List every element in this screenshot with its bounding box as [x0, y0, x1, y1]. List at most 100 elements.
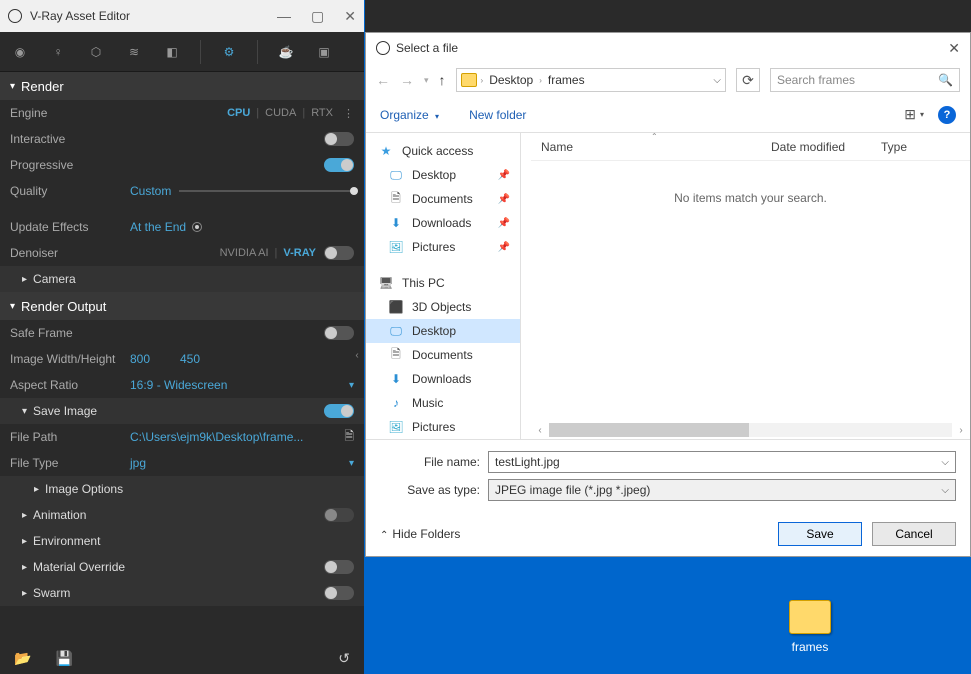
- browse-file-icon[interactable]: 🗎: [344, 427, 354, 448]
- undo-icon[interactable]: ↺: [338, 650, 350, 667]
- chevron-down-icon[interactable]: ▾: [349, 380, 354, 391]
- aspect-value[interactable]: 16:9 - Widescreen: [130, 378, 349, 392]
- engine-cpu[interactable]: CPU: [227, 107, 250, 119]
- chevron-down-icon[interactable]: ⌵: [941, 457, 949, 468]
- sidebar-item-3d-objects[interactable]: ⬛3D Objects: [366, 295, 520, 319]
- save-button[interactable]: Save: [778, 522, 862, 546]
- collapse-icon: ▾: [10, 81, 15, 92]
- breadcrumb[interactable]: › Desktop › frames ⌵: [456, 68, 726, 92]
- help-button[interactable]: ?: [938, 106, 956, 124]
- column-type[interactable]: Type: [881, 140, 970, 154]
- maximize-button[interactable]: ▢: [311, 8, 324, 25]
- settings-icon[interactable]: ⚙: [219, 42, 239, 62]
- animation-toggle[interactable]: [324, 508, 354, 522]
- search-input[interactable]: Search frames 🔍: [770, 68, 960, 92]
- progressive-toggle[interactable]: [324, 158, 354, 172]
- expand-icon: ▸: [22, 536, 27, 547]
- dialog-toolbar: Organize ▾ New folder ⊞▾ ?: [366, 97, 970, 133]
- engine-rtx[interactable]: RTX: [311, 107, 333, 119]
- denoiser-toggle[interactable]: [324, 246, 354, 260]
- breadcrumb-dropdown-icon[interactable]: ⌵: [713, 75, 721, 86]
- image-height-input[interactable]: 450: [180, 352, 230, 366]
- section-material-override[interactable]: ▸Material Override: [0, 554, 364, 580]
- refresh-button[interactable]: ⟳: [736, 68, 760, 92]
- crumb-desktop[interactable]: Desktop: [487, 73, 535, 87]
- cancel-button[interactable]: Cancel: [872, 522, 956, 546]
- close-icon[interactable]: ✕: [948, 40, 960, 57]
- denoiser-nvidia[interactable]: NVIDIA AI: [220, 247, 269, 259]
- section-camera[interactable]: ▸Camera: [0, 266, 364, 292]
- horizontal-scrollbar[interactable]: ‹ ›: [531, 421, 970, 439]
- lights-icon[interactable]: ♀: [48, 42, 68, 62]
- quality-slider[interactable]: [179, 190, 354, 192]
- hide-folders-button[interactable]: ⌃Hide Folders: [380, 527, 460, 541]
- section-animation[interactable]: ▸Animation: [0, 502, 364, 528]
- close-button[interactable]: ✕: [344, 8, 356, 25]
- desktop-folder-frames[interactable]: frames: [780, 600, 840, 654]
- scroll-right-icon[interactable]: ›: [952, 425, 970, 436]
- safe-frame-toggle[interactable]: [324, 326, 354, 340]
- sidebar-item-downloads-pc[interactable]: ⬇Downloads: [366, 367, 520, 391]
- section-render[interactable]: ▾Render: [0, 72, 364, 100]
- layers-icon[interactable]: ≋: [124, 42, 144, 62]
- render-icon[interactable]: ☕: [276, 42, 296, 62]
- toolbar-separator: [257, 40, 258, 64]
- minimize-button[interactable]: —: [277, 8, 291, 25]
- image-width-input[interactable]: 800: [130, 352, 180, 366]
- column-name[interactable]: Name: [531, 140, 771, 154]
- denoiser-vray[interactable]: V-RAY: [283, 247, 316, 259]
- sidebar-item-this-pc[interactable]: 🖥This PC: [366, 271, 520, 295]
- engine-cuda[interactable]: CUDA: [265, 107, 296, 119]
- sidebar-item-pictures-pc[interactable]: 🖼Pictures: [366, 415, 520, 439]
- save-image-toggle[interactable]: [324, 404, 354, 418]
- view-options-button[interactable]: ⊞▾: [904, 106, 924, 123]
- crumb-frames[interactable]: frames: [546, 73, 587, 87]
- progressive-label: Progressive: [10, 158, 130, 172]
- chevron-down-icon[interactable]: ⌵: [941, 485, 949, 496]
- textures-icon[interactable]: ◧: [162, 42, 182, 62]
- interactive-toggle[interactable]: [324, 132, 354, 146]
- save-icon[interactable]: 💾: [55, 650, 72, 667]
- organize-button[interactable]: Organize ▾: [380, 108, 439, 122]
- update-effects-radio[interactable]: [192, 222, 202, 232]
- column-date[interactable]: Date modified: [771, 140, 881, 154]
- sidebar-item-desktop-pc[interactable]: 🖵Desktop: [366, 319, 520, 343]
- geometry-icon[interactable]: ⬡: [86, 42, 106, 62]
- scrollbar-thumb[interactable]: [549, 423, 749, 437]
- sidebar-item-documents-pc[interactable]: 🗎Documents: [366, 343, 520, 367]
- open-folder-icon[interactable]: 📂: [14, 650, 31, 667]
- new-folder-button[interactable]: New folder: [469, 108, 526, 122]
- section-swarm[interactable]: ▸Swarm: [0, 580, 364, 606]
- swarm-toggle[interactable]: [324, 586, 354, 600]
- sidebar-item-music[interactable]: ♪Music: [366, 391, 520, 415]
- engine-more-icon[interactable]: ⋮: [343, 107, 354, 120]
- sidebar-item-quick-access[interactable]: ★Quick access: [366, 139, 520, 163]
- sidebar-item-downloads[interactable]: ⬇Downloads📌: [366, 211, 520, 235]
- scroll-left-icon[interactable]: ‹: [531, 425, 549, 436]
- update-effects-label: Update Effects: [10, 220, 130, 234]
- update-effects-value[interactable]: At the End: [130, 220, 186, 234]
- history-dropdown[interactable]: ▾: [424, 75, 429, 86]
- section-environment[interactable]: ▸Environment: [0, 528, 364, 554]
- material-override-toggle[interactable]: [324, 560, 354, 574]
- dialog-title-bar: Select a file ✕: [366, 33, 970, 63]
- materials-icon[interactable]: ◉: [10, 42, 30, 62]
- up-button[interactable]: ↑: [439, 72, 446, 88]
- section-render-output[interactable]: ▾Render Output: [0, 292, 364, 320]
- expand-panel-tab[interactable]: ‹: [350, 340, 364, 370]
- sidebar-item-desktop[interactable]: 🖵Desktop📌: [366, 163, 520, 187]
- forward-button[interactable]: →: [400, 72, 414, 88]
- frame-buffer-icon[interactable]: ▣: [314, 42, 334, 62]
- section-save-image[interactable]: ▾Save Image: [0, 398, 364, 424]
- quality-value[interactable]: Custom: [130, 184, 171, 198]
- back-button[interactable]: ←: [376, 72, 390, 88]
- file-path-value[interactable]: C:\Users\ejm9k\Desktop\frame...: [130, 430, 338, 444]
- sidebar-item-pictures[interactable]: 🖼Pictures📌: [366, 235, 520, 259]
- filename-input[interactable]: testLight.jpg⌵: [488, 451, 956, 473]
- sidebar-item-documents[interactable]: 🗎Documents📌: [366, 187, 520, 211]
- collapse-icon: ▾: [10, 301, 15, 312]
- savetype-combo[interactable]: JPEG image file (*.jpg *.jpeg)⌵: [488, 479, 956, 501]
- file-type-value[interactable]: jpg: [130, 456, 349, 470]
- chevron-down-icon[interactable]: ▾: [349, 458, 354, 469]
- section-image-options[interactable]: ▸Image Options: [0, 476, 364, 502]
